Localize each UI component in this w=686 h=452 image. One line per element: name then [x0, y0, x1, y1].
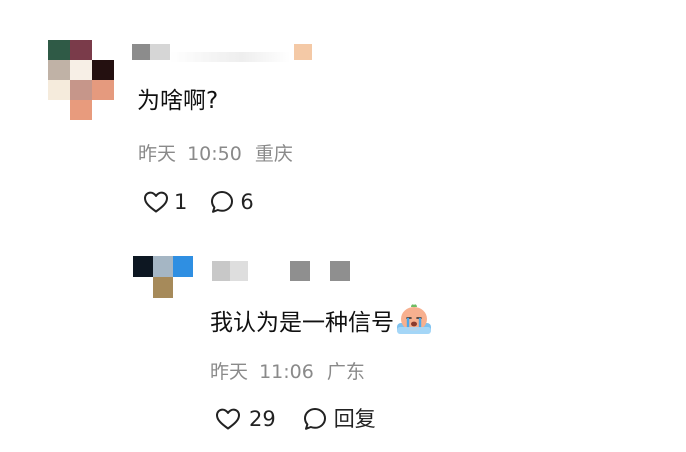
comment-text: 为啥啊?: [137, 88, 219, 114]
comment-location: 重庆: [254, 143, 293, 165]
heart-icon: [216, 408, 240, 430]
reply-username-pixelated[interactable]: [212, 261, 350, 281]
avatar-pixel: [92, 40, 114, 60]
avatar-pixel: [133, 277, 153, 298]
avatar-pixel: [70, 60, 92, 80]
reply-actions: 29 回复: [215, 406, 376, 432]
avatar-pixel: [173, 256, 193, 277]
avatar-pixel: [92, 100, 114, 120]
like-button[interactable]: 1: [143, 189, 187, 215]
reply-text-line: 我认为是一种信号: [210, 303, 432, 338]
replies-button[interactable]: 6: [209, 189, 254, 215]
username-pixelated[interactable]: [132, 42, 312, 62]
avatar-pixel: [70, 80, 92, 100]
avatar-pixel: [48, 100, 70, 120]
reply-location: 广东: [326, 361, 365, 383]
comment-time: 10:50: [187, 143, 242, 165]
avatar-pixel: [48, 40, 70, 60]
avatar[interactable]: [48, 40, 114, 120]
avatar-pixel: [92, 60, 114, 80]
reply-to-button[interactable]: 回复: [302, 406, 376, 432]
reply-count: 6: [240, 190, 254, 214]
comment-bubble-icon: [303, 408, 326, 430]
comment-bubble-icon: [211, 191, 234, 213]
reply-date: 昨天: [210, 361, 249, 383]
crying-peach-emoji-icon: [397, 304, 431, 334]
heart-icon: [144, 191, 168, 213]
avatar-pixel: [48, 60, 70, 80]
comment-thread: 为啥啊? 昨天 10:50 重庆 1 6 我认为是一种信号 昨天 11:06 广…: [0, 0, 686, 452]
comment-meta: 昨天 10:50 重庆: [138, 142, 293, 166]
avatar-pixel: [153, 277, 173, 298]
avatar-pixel: [70, 40, 92, 60]
reply-meta: 昨天 11:06 广东: [210, 360, 365, 384]
comment-actions: 1 6: [143, 189, 254, 215]
avatar-pixel: [173, 277, 193, 298]
avatar-pixel: [48, 80, 70, 100]
like-count: 1: [174, 190, 188, 214]
avatar-pixel: [70, 100, 92, 120]
reply-like-button[interactable]: 29: [215, 406, 276, 432]
reply-time: 11:06: [259, 361, 314, 383]
comment-date: 昨天: [138, 143, 177, 165]
reply-like-count: 29: [249, 407, 276, 431]
reply-text: 我认为是一种信号: [210, 310, 394, 336]
avatar-pixel: [92, 80, 114, 100]
reply-avatar[interactable]: [133, 256, 193, 298]
avatar-pixel: [153, 256, 173, 277]
reply-label: 回复: [333, 407, 376, 431]
avatar-pixel: [133, 256, 153, 277]
